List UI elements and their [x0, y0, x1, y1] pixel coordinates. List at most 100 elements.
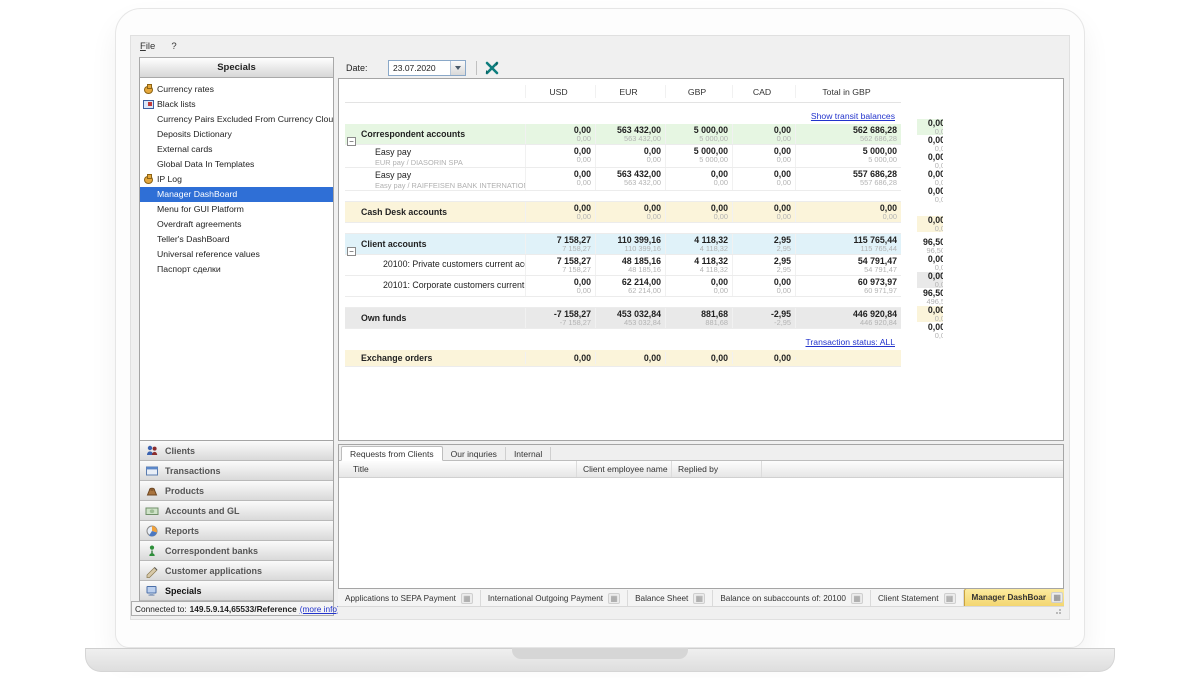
tree-item[interactable]: Teller's DashBoard — [140, 232, 333, 247]
table-row: Show transit balances — [345, 103, 901, 124]
tab-grid-icon[interactable]: ▦ — [851, 593, 863, 604]
cell-eur: 453 032,84453 032,84 — [595, 308, 665, 328]
row-label[interactable]: Transaction status: ALL — [806, 337, 896, 347]
date-combobox[interactable]: 23.07.2020 — [388, 60, 466, 76]
tree-item[interactable]: Паспорт сделки — [140, 262, 333, 277]
menu-help[interactable]: ? — [171, 41, 176, 52]
tree-item[interactable]: Currency Pairs Excluded From Currency Cl… — [140, 112, 333, 127]
tree-item[interactable]: Black lists — [140, 97, 333, 112]
tab-grid-icon[interactable]: ▦ — [461, 593, 473, 604]
row-label[interactable]: Easy pay — [375, 147, 525, 157]
header-replied-by[interactable]: Replied by — [672, 461, 762, 477]
tab-grid-icon[interactable]: ▦ — [608, 593, 620, 604]
accordion-item-products[interactable]: Products — [140, 481, 333, 501]
row-label[interactable]: Show transit balances — [811, 111, 895, 121]
document-tab[interactable]: International Outgoing Payment ▦ — [481, 590, 628, 606]
table-row — [345, 191, 901, 202]
tree-item[interactable]: Menu for GUI Platform — [140, 202, 333, 217]
requests-tabs: Requests from Clients Our inquries Inter… — [339, 445, 1063, 461]
row-label[interactable]: Client accounts — [361, 239, 525, 249]
accordion-label: Customer applications — [165, 566, 262, 576]
document-tab-label: International Outgoing Payment — [488, 594, 603, 603]
row-label[interactable]: Exchange orders — [361, 353, 525, 363]
cell-usd: 0,000,00 — [525, 168, 595, 190]
accordion-item-correspondent-banks[interactable]: Correspondent banks — [140, 541, 333, 561]
row-label[interactable]: Easy pay — [375, 170, 525, 180]
run-icon[interactable] — [485, 61, 499, 75]
tree-item-label: Global Data In Templates — [157, 159, 254, 169]
requests-tab[interactable]: Our inquries — [443, 447, 506, 460]
row-label[interactable]: Correspondent accounts — [361, 129, 525, 139]
col-total-gbp: Total in GBP — [795, 85, 901, 98]
document-tab[interactable]: Client Statement ▦ — [871, 590, 964, 606]
row-label[interactable]: 20100: Private customers current account… — [383, 259, 525, 269]
more-info-link[interactable]: (more info) — [300, 604, 340, 614]
header-client-employee[interactable]: Client employee name — [577, 461, 672, 477]
row-label-wrap: Easy pay EUR pay / DIASORIN SPA — [361, 145, 525, 167]
table-row: − Client accounts 7 158,277 158,27 110 3… — [345, 234, 901, 255]
toolbar-separator — [476, 61, 477, 75]
tree-item[interactable]: External cards — [140, 142, 333, 157]
row-label[interactable]: 20101: Corporate customers current accou… — [383, 280, 525, 290]
requests-tab[interactable]: Requests from Clients — [341, 446, 443, 461]
cell-eur: 563 432,00563 432,00 — [595, 168, 665, 190]
cell-eur: 0,000,00 — [595, 202, 665, 222]
row-label-wrap: Correspondent accounts — [361, 129, 525, 139]
tab-grid-icon[interactable]: ▦ — [944, 593, 956, 604]
sidebar: Currency rates Black lists Currency Pair… — [139, 78, 334, 601]
dashboard-panel: USD EUR GBP CAD Total in GBP Show transi… — [338, 78, 1064, 441]
col-eur: EUR — [595, 85, 665, 98]
table-body: Show transit balances − — [345, 103, 901, 367]
tab-grid-icon[interactable]: ▦ — [1051, 592, 1063, 603]
accordion-item-reports[interactable]: Reports — [140, 521, 333, 541]
document-tab[interactable]: Manager DashBoar ▦ — [964, 589, 1065, 606]
resize-grip[interactable] — [1055, 607, 1062, 614]
row-label[interactable]: Cash Desk accounts — [361, 207, 525, 217]
cell-total: 54 791,4754 791,47 — [795, 255, 901, 275]
requests-tab[interactable]: Internal — [506, 447, 551, 460]
overflow-value: 0,000,0 — [917, 119, 943, 135]
transactions-icon — [145, 464, 159, 478]
accordion-item-transactions[interactable]: Transactions — [140, 461, 333, 481]
tree-item[interactable]: IP Log — [140, 172, 333, 187]
tree-item[interactable]: Universal reference values — [140, 247, 333, 262]
cell-cad: 0,000,00 — [732, 168, 795, 190]
accordion-item-customer-applications[interactable]: Customer applications — [140, 561, 333, 581]
tree-item-label: Deposits Dictionary — [157, 129, 232, 139]
tree-item-label: Currency Pairs Excluded From Currency Cl… — [157, 114, 333, 124]
cell-eur: 110 399,16110 399,16 — [595, 234, 665, 254]
tab-grid-icon[interactable]: ▦ — [693, 593, 705, 604]
cell-usd: -7 158,27-7 158,27 — [525, 308, 595, 328]
tree-item[interactable]: Manager DashBoard — [140, 187, 333, 202]
accordion-label: Transactions — [165, 466, 221, 476]
tree-item[interactable]: Deposits Dictionary — [140, 127, 333, 142]
row-label[interactable]: Own funds — [361, 313, 525, 323]
correspondent-banks-icon — [145, 544, 159, 558]
document-tab[interactable]: Applications to SEPA Payment ▦ — [338, 590, 481, 606]
accordion-item-accounts-gl[interactable]: Accounts and GL — [140, 501, 333, 521]
cell-gbp: 5 000,005 000,00 — [665, 145, 732, 167]
overflow-value: 0,000,0 — [917, 216, 943, 232]
tree-item[interactable]: Global Data In Templates — [140, 157, 333, 172]
table-row: Transaction status: ALL — [345, 329, 901, 350]
tree-item[interactable]: Overdraft agreements — [140, 217, 333, 232]
row-gutter — [345, 168, 361, 190]
document-tab[interactable]: Balance Sheet ▦ — [628, 590, 713, 606]
accordion-item-clients[interactable]: Clients — [140, 441, 333, 461]
table-row: Own funds -7 158,27-7 158,27 453 032,844… — [345, 308, 901, 329]
tree-item-label: IP Log — [157, 174, 182, 184]
tree-item-label: Black lists — [157, 99, 196, 109]
document-tab[interactable]: Balance on subaccounts of: 20100 ▦ — [713, 590, 871, 606]
menu-file[interactable]: File — [140, 41, 155, 52]
cell-cad: 0,000,00 — [732, 124, 795, 144]
accordion-item-specials[interactable]: Specials — [140, 581, 333, 601]
products-icon — [145, 484, 159, 498]
chevron-down-icon[interactable] — [450, 61, 465, 75]
tree-item-label: Universal reference values — [157, 249, 260, 259]
row-label-wrap: Cash Desk accounts — [361, 207, 525, 217]
tree-item[interactable]: Currency rates — [140, 82, 333, 97]
screen-icon — [142, 98, 154, 110]
overflow-value: 0,000,0 — [917, 272, 943, 288]
header-title[interactable]: Title — [339, 461, 577, 477]
cell-gbp: 0,000,00 — [665, 202, 732, 222]
